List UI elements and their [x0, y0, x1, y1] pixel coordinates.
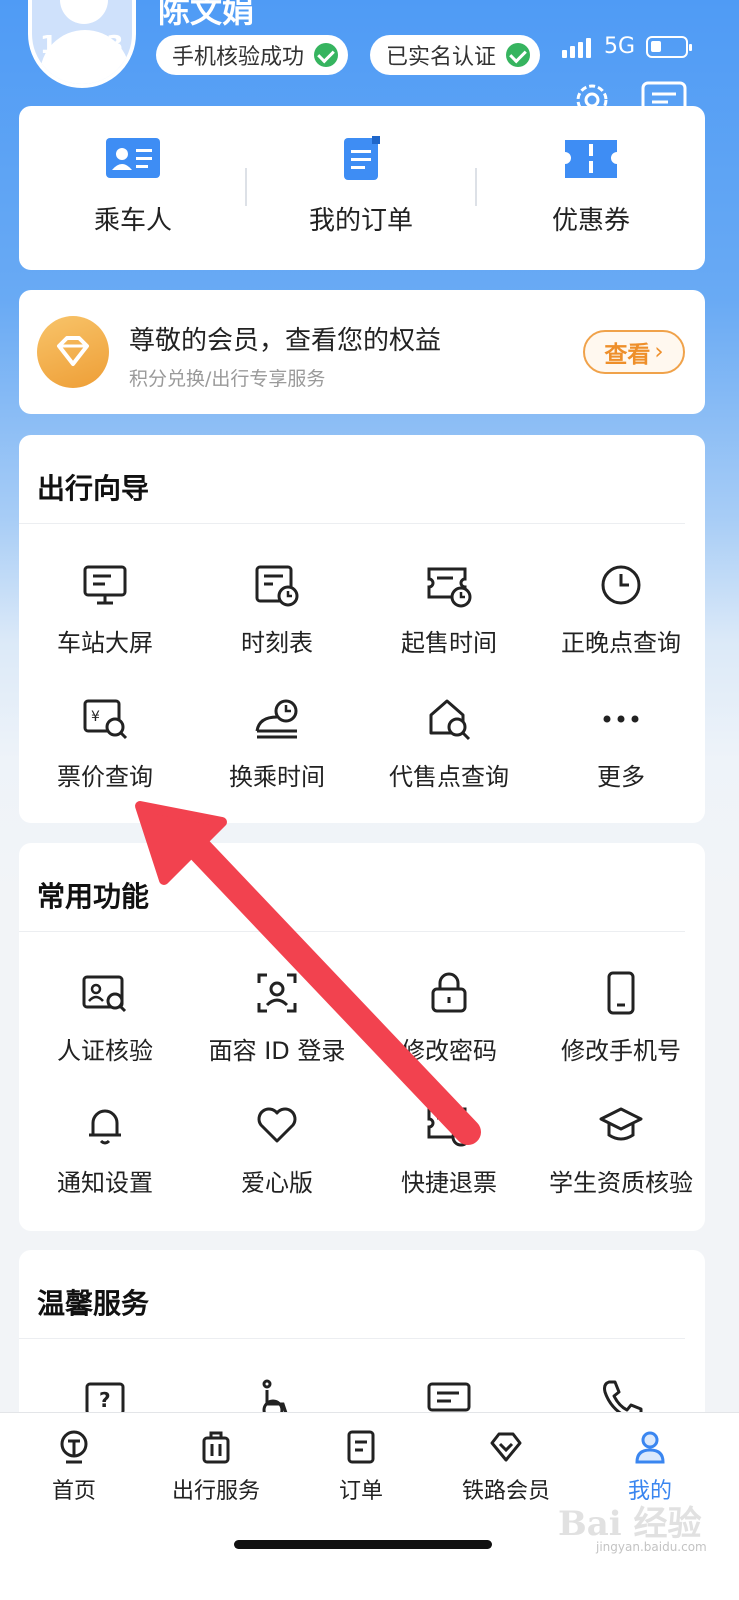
- home-indicator: [234, 1540, 492, 1549]
- svg-text:¥: ¥: [91, 709, 100, 725]
- ticket-clock-icon: [427, 567, 472, 608]
- fare-query-item[interactable]: ¥ 票价查询: [19, 695, 191, 792]
- face-scan-icon: [257, 973, 297, 1013]
- id-card-search-icon: [82, 975, 127, 1013]
- signal-icon: [562, 36, 594, 58]
- luggage-icon: [202, 1431, 230, 1464]
- quick-actions-card: 乘车人 我的订单 优惠券: [19, 106, 705, 270]
- travel-guide-card: 出行向导 车站大屏 时刻表 起售时间 正晚点查询 ¥ 票价查询 换乘时间 代售点…: [19, 435, 705, 823]
- battery-icon: [646, 36, 692, 58]
- transfer-time-label: 换乘时间: [229, 763, 325, 791]
- member-title: 尊敬的会员，查看您的权益: [129, 326, 442, 356]
- more-item[interactable]: 更多: [535, 695, 707, 792]
- tab-home[interactable]: 首页: [0, 1429, 148, 1505]
- student-verify-label: 学生资质核验: [549, 1169, 693, 1197]
- monitor-icon: [83, 565, 127, 605]
- tab-mine[interactable]: 我的: [576, 1429, 724, 1505]
- phone-verified-badge: 手机核验成功: [156, 35, 349, 75]
- order-document-icon: [344, 136, 380, 180]
- train-clock-icon: [255, 699, 298, 739]
- svg-text:?: ?: [99, 1388, 111, 1412]
- timetable-label: 时刻表: [241, 629, 313, 657]
- id-verify-label: 人证核验: [57, 1037, 153, 1065]
- diamond-icon: [490, 1432, 522, 1462]
- face-id-item[interactable]: 面容 ID 登录: [191, 969, 363, 1066]
- my-orders-button[interactable]: 我的订单: [247, 136, 475, 237]
- transfer-time-item[interactable]: 换乘时间: [191, 695, 363, 792]
- station-screen-item[interactable]: 车站大屏: [19, 561, 191, 658]
- punctuality-item[interactable]: 正晚点查询: [535, 561, 707, 658]
- railway-logo-icon: [60, 1430, 88, 1464]
- phone-verified-label: 手机核验成功: [172, 45, 305, 70]
- tab-travel-service[interactable]: 出行服务: [142, 1429, 290, 1505]
- coupons-label: 优惠券: [551, 206, 630, 236]
- member-card[interactable]: 尊敬的会员，查看您的权益 积分兑换/出行专享服务 查看 ›: [19, 290, 705, 414]
- tab-railway-member[interactable]: 铁路会员: [432, 1429, 580, 1505]
- clock-icon: [601, 565, 641, 605]
- sale-time-label: 起售时间: [401, 629, 497, 657]
- agency-query-item[interactable]: 代售点查询: [363, 695, 535, 792]
- graduation-cap-icon: [599, 1107, 643, 1141]
- tab-orders[interactable]: 订单: [287, 1429, 435, 1505]
- bell-icon: [89, 1109, 121, 1145]
- agency-query-label: 代售点查询: [389, 763, 509, 791]
- more-label: 更多: [597, 763, 645, 791]
- realname-badge: 已实名认证: [370, 35, 541, 75]
- change-password-item[interactable]: 修改密码: [363, 969, 535, 1066]
- fare-query-label: 票价查询: [57, 763, 153, 791]
- user-name: 陈文娟: [158, 0, 255, 30]
- house-search-icon: [429, 699, 471, 741]
- check-icon: [314, 43, 339, 67]
- warm-services-title: 温馨服务: [37, 1287, 150, 1320]
- quick-refund-item[interactable]: 快捷退票: [363, 1101, 535, 1198]
- face-id-label: 面容 ID 登录: [208, 1037, 346, 1065]
- id-verify-item[interactable]: 人证核验: [19, 969, 191, 1066]
- user-icon: [635, 1431, 665, 1464]
- station-screen-label: 车站大屏: [57, 629, 153, 657]
- common-functions-card: 常用功能 人证核验 面容 ID 登录 修改密码 修改手机号 通知设置 爱心版 快…: [19, 843, 705, 1231]
- fare-search-icon: ¥: [83, 699, 128, 740]
- sale-time-item[interactable]: 起售时间: [363, 561, 535, 658]
- status-time: 16:43: [40, 30, 125, 59]
- care-mode-label: 爱心版: [241, 1169, 313, 1197]
- member-subtitle: 积分兑换/出行专享服务: [129, 368, 326, 390]
- check-icon: [506, 43, 531, 67]
- passengers-button[interactable]: 乘车人: [19, 136, 247, 237]
- care-mode-item[interactable]: 爱心版: [191, 1101, 363, 1198]
- realname-label: 已实名认证: [386, 45, 497, 70]
- tab-travel-service-label: 出行服务: [171, 1479, 260, 1504]
- notification-item[interactable]: 通知设置: [19, 1101, 191, 1198]
- timetable-icon: [255, 565, 299, 607]
- ticket-refund-icon: [427, 1107, 471, 1147]
- tab-home-label: 首页: [51, 1479, 96, 1504]
- notification-label: 通知设置: [57, 1169, 153, 1197]
- heart-icon: [257, 1107, 297, 1143]
- timetable-item[interactable]: 时刻表: [191, 561, 363, 658]
- network-label: 5G: [604, 34, 636, 59]
- baidu-watermark: Bai 经验: [558, 1504, 702, 1544]
- my-orders-label: 我的订单: [308, 206, 413, 236]
- more-dots-icon: [603, 715, 639, 723]
- change-phone-label: 修改手机号: [561, 1037, 681, 1065]
- coupon-ticket-icon: [565, 140, 617, 178]
- change-phone-item[interactable]: 修改手机号: [535, 969, 707, 1066]
- view-benefits-button[interactable]: 查看 ›: [583, 330, 685, 374]
- travel-guide-title: 出行向导: [37, 472, 150, 505]
- phone-icon: [607, 971, 635, 1015]
- lock-icon: [431, 972, 467, 1013]
- coupons-button[interactable]: 优惠券: [477, 136, 705, 237]
- watermark-url: jingyan.baidu.com: [596, 1540, 707, 1554]
- view-benefits-label: 查看: [604, 342, 651, 368]
- punctuality-label: 正晚点查询: [561, 629, 681, 657]
- diamond-icon: [37, 316, 109, 388]
- common-functions-title: 常用功能: [37, 880, 150, 913]
- change-password-label: 修改密码: [401, 1037, 497, 1065]
- quick-refund-label: 快捷退票: [401, 1169, 497, 1197]
- tab-orders-label: 订单: [338, 1479, 383, 1504]
- chevron-right-icon: ›: [654, 339, 664, 365]
- passengers-label: 乘车人: [93, 206, 172, 236]
- passenger-card-icon: [106, 138, 160, 178]
- order-icon: [347, 1430, 375, 1464]
- student-verify-item[interactable]: 学生资质核验: [535, 1101, 707, 1198]
